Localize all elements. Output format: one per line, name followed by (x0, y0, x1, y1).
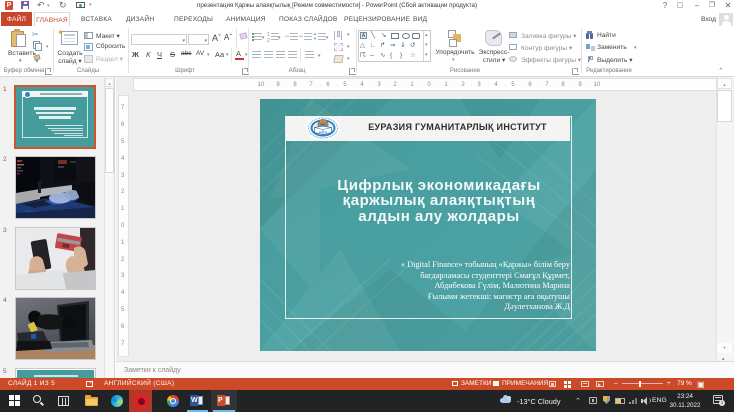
svg-text:ЕАГИ: ЕАГИ (319, 130, 327, 134)
